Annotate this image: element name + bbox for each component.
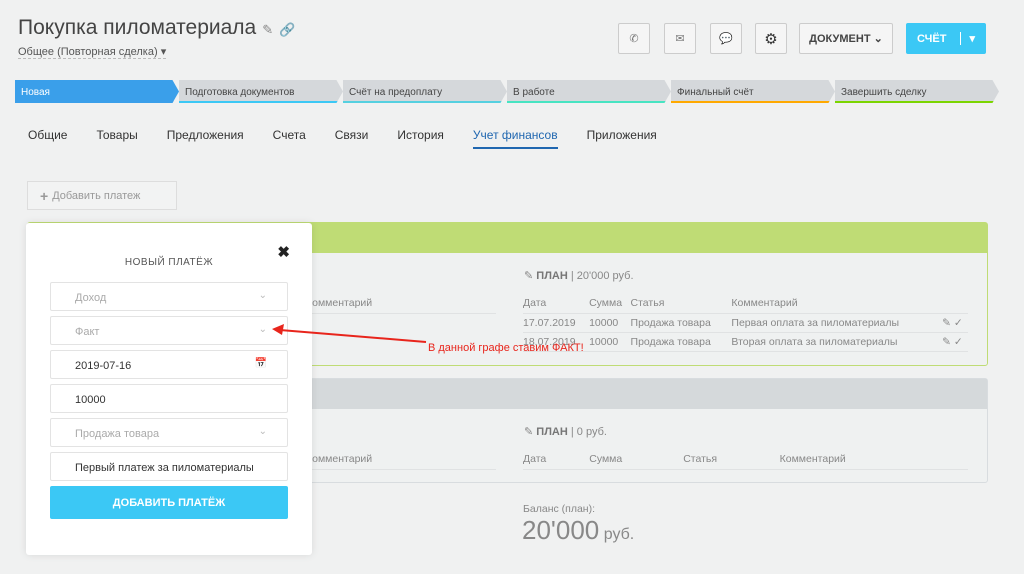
stage-documents[interactable]: Подготовка документов bbox=[179, 80, 343, 103]
fact-comment-header: Комментарий bbox=[306, 453, 496, 470]
tab-products[interactable]: Товары bbox=[96, 128, 137, 149]
bill-button[interactable]: СЧЁТ ▾ bbox=[906, 23, 986, 54]
chevron-down-icon: ⌄ bbox=[873, 33, 883, 45]
title-text: Покупка пиломатериала bbox=[18, 16, 257, 39]
document-button[interactable]: ДОКУМЕНТ ⌄ bbox=[799, 23, 893, 54]
new-payment-modal: НОВЫЙ ПЛАТЁЖ ✖ Доход ⌄ Факт ⌄ 2019-07-16 📅 … bbox=[26, 223, 312, 555]
annotation-arrow bbox=[272, 324, 427, 343]
amount-field[interactable]: 10000 bbox=[50, 384, 288, 413]
document-label: ДОКУМЕНТ bbox=[809, 32, 871, 45]
phone-icon: ✆ bbox=[629, 33, 639, 45]
tabs: Общие Товары Предложения Счета Связи Ист… bbox=[28, 128, 657, 149]
tab-invoices[interactable]: Счета bbox=[273, 128, 306, 149]
category-select[interactable]: Продажа товара ⌄ bbox=[50, 418, 288, 447]
mail-icon: ✉ bbox=[675, 33, 685, 45]
email-button[interactable]: ✉ bbox=[664, 23, 696, 54]
chevron-down-icon: ⌄ bbox=[258, 324, 267, 335]
bill-label: СЧЁТ bbox=[916, 32, 947, 45]
chat-button[interactable]: 💬 bbox=[710, 23, 742, 54]
check-icon[interactable]: ✓ bbox=[954, 317, 963, 329]
chat-icon: 💬 bbox=[719, 33, 733, 45]
chevron-down-icon: ⌄ bbox=[258, 290, 267, 301]
tab-links[interactable]: Связи bbox=[335, 128, 369, 149]
payment-type-select[interactable]: Доход ⌄ bbox=[50, 282, 288, 311]
table-row: 18.07.2019 10000 Продажа товара Вторая опла… bbox=[523, 332, 968, 352]
add-payment-submit-button[interactable]: ДОБАВИТЬ ПЛАТЁЖ bbox=[50, 486, 288, 519]
expense-plan-table: Дата Сумма Статья Комментарий bbox=[523, 449, 968, 470]
comment-field[interactable]: Первый платеж за пиломатериалы bbox=[50, 452, 288, 481]
payment-kind-select[interactable]: Факт ⌄ bbox=[50, 316, 288, 345]
settings-button[interactable]: ⚙ bbox=[755, 23, 787, 54]
tab-general[interactable]: Общие bbox=[28, 128, 67, 149]
stage-bar: Новая Подготовка документов Счёт на пред… bbox=[15, 80, 999, 103]
expense-plan-heading: ✎ ПЛАН | 0 руб. bbox=[524, 426, 607, 438]
close-icon[interactable]: ✖ bbox=[277, 243, 290, 261]
stage-new[interactable]: Новая bbox=[15, 80, 179, 103]
pencil-icon[interactable]: ✎ bbox=[262, 22, 273, 37]
stage-finish[interactable]: Завершить сделку bbox=[835, 80, 999, 103]
link-icon[interactable]: 🔗 bbox=[279, 22, 295, 37]
pencil-icon[interactable]: ✎ bbox=[942, 317, 951, 329]
page-title: Покупка пиломатериала ✎ 🔗 bbox=[18, 16, 295, 40]
tab-history[interactable]: История bbox=[397, 128, 444, 149]
caret-down-icon[interactable]: ▾ bbox=[960, 32, 975, 45]
add-payment-button[interactable]: + Добавить платеж bbox=[27, 181, 177, 210]
pencil-icon[interactable]: ✎ bbox=[942, 336, 951, 348]
date-field[interactable]: 2019-07-16 📅 bbox=[50, 350, 288, 379]
chevron-down-icon: ⌄ bbox=[258, 426, 267, 437]
tab-finance[interactable]: Учет финансов bbox=[472, 128, 558, 149]
gear-icon: ⚙ bbox=[764, 30, 778, 48]
add-payment-label: Добавить платеж bbox=[52, 189, 141, 202]
edit-icon[interactable]: ✎ bbox=[524, 426, 533, 438]
table-row: 17.07.2019 10000 Продажа товара Первая опла… bbox=[523, 313, 968, 333]
deal-category-dropdown[interactable]: Общее (Повторная сделка) ▾ bbox=[18, 45, 167, 59]
edit-icon[interactable]: ✎ bbox=[524, 270, 533, 282]
call-button[interactable]: ✆ bbox=[618, 23, 650, 54]
income-plan-heading: ✎ ПЛАН | 20'000 руб. bbox=[524, 270, 634, 282]
stage-final-bill[interactable]: Финальный счёт bbox=[671, 80, 835, 103]
balance-value: 20'000 руб. bbox=[522, 515, 635, 545]
plus-icon: + bbox=[40, 187, 49, 204]
annotation-text: В данной графе ставим ФАКТ! bbox=[428, 342, 584, 354]
check-icon[interactable]: ✓ bbox=[954, 336, 963, 348]
calendar-icon[interactable]: 📅 bbox=[255, 358, 267, 369]
income-plan-table: Дата Сумма Статья Комментарий 17.07.2019 100… bbox=[523, 293, 968, 352]
stage-in-work[interactable]: В работе bbox=[507, 80, 671, 103]
tab-attachments[interactable]: Приложения bbox=[587, 128, 657, 149]
deal-category: Общее (Повторная сделка) bbox=[18, 46, 158, 58]
balance-label: Баланс (план): bbox=[523, 503, 596, 515]
modal-title: НОВЫЙ ПЛАТЁЖ bbox=[124, 257, 214, 268]
tab-offers[interactable]: Предложения bbox=[167, 128, 244, 149]
stage-prepay[interactable]: Счёт на предоплату bbox=[343, 80, 507, 103]
fact-comment-header: Комментарий bbox=[306, 297, 496, 314]
